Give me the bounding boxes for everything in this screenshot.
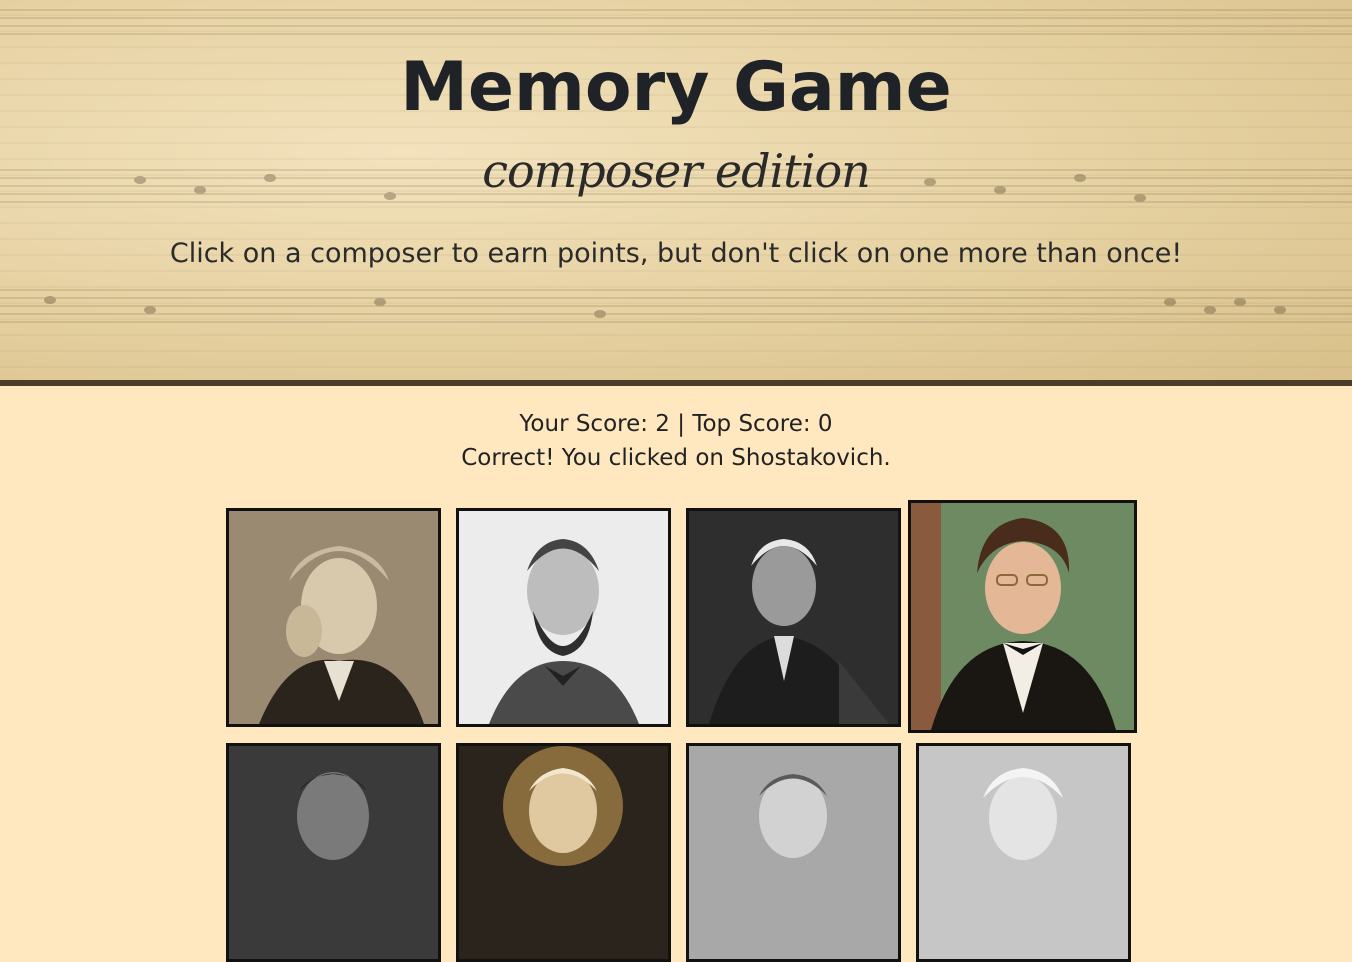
feedback-message: Correct! You clicked on Shostakovich. [461,445,891,471]
composer-card[interactable] [908,500,1137,733]
composer-portrait [911,503,1134,730]
composer-portrait [689,511,898,724]
composer-card[interactable] [686,508,901,727]
composer-card[interactable] [226,508,441,727]
composer-card[interactable] [686,743,901,962]
composer-portrait [229,746,438,959]
composer-card[interactable] [456,743,671,962]
composer-portrait [919,746,1128,959]
composer-portrait [689,746,898,959]
composer-portrait [459,511,668,724]
composer-portrait [229,511,438,724]
score-panel: Your Score: 2 | Top Score: 0 Correct! Yo… [0,408,1352,476]
composer-card[interactable] [916,743,1131,962]
page-subtitle: composer edition [482,144,871,198]
composer-portrait [459,746,668,959]
score-readout: Your Score: 2 | Top Score: 0 [519,411,833,437]
composer-card[interactable] [456,508,671,727]
instructions-text: Click on a composer to earn points, but … [169,238,1183,269]
header-banner: Memory Game composer edition Click on a … [0,0,1352,386]
page-title: Memory Game [400,48,952,127]
sheet-music-staff [0,289,1352,323]
composer-card[interactable] [226,743,441,962]
